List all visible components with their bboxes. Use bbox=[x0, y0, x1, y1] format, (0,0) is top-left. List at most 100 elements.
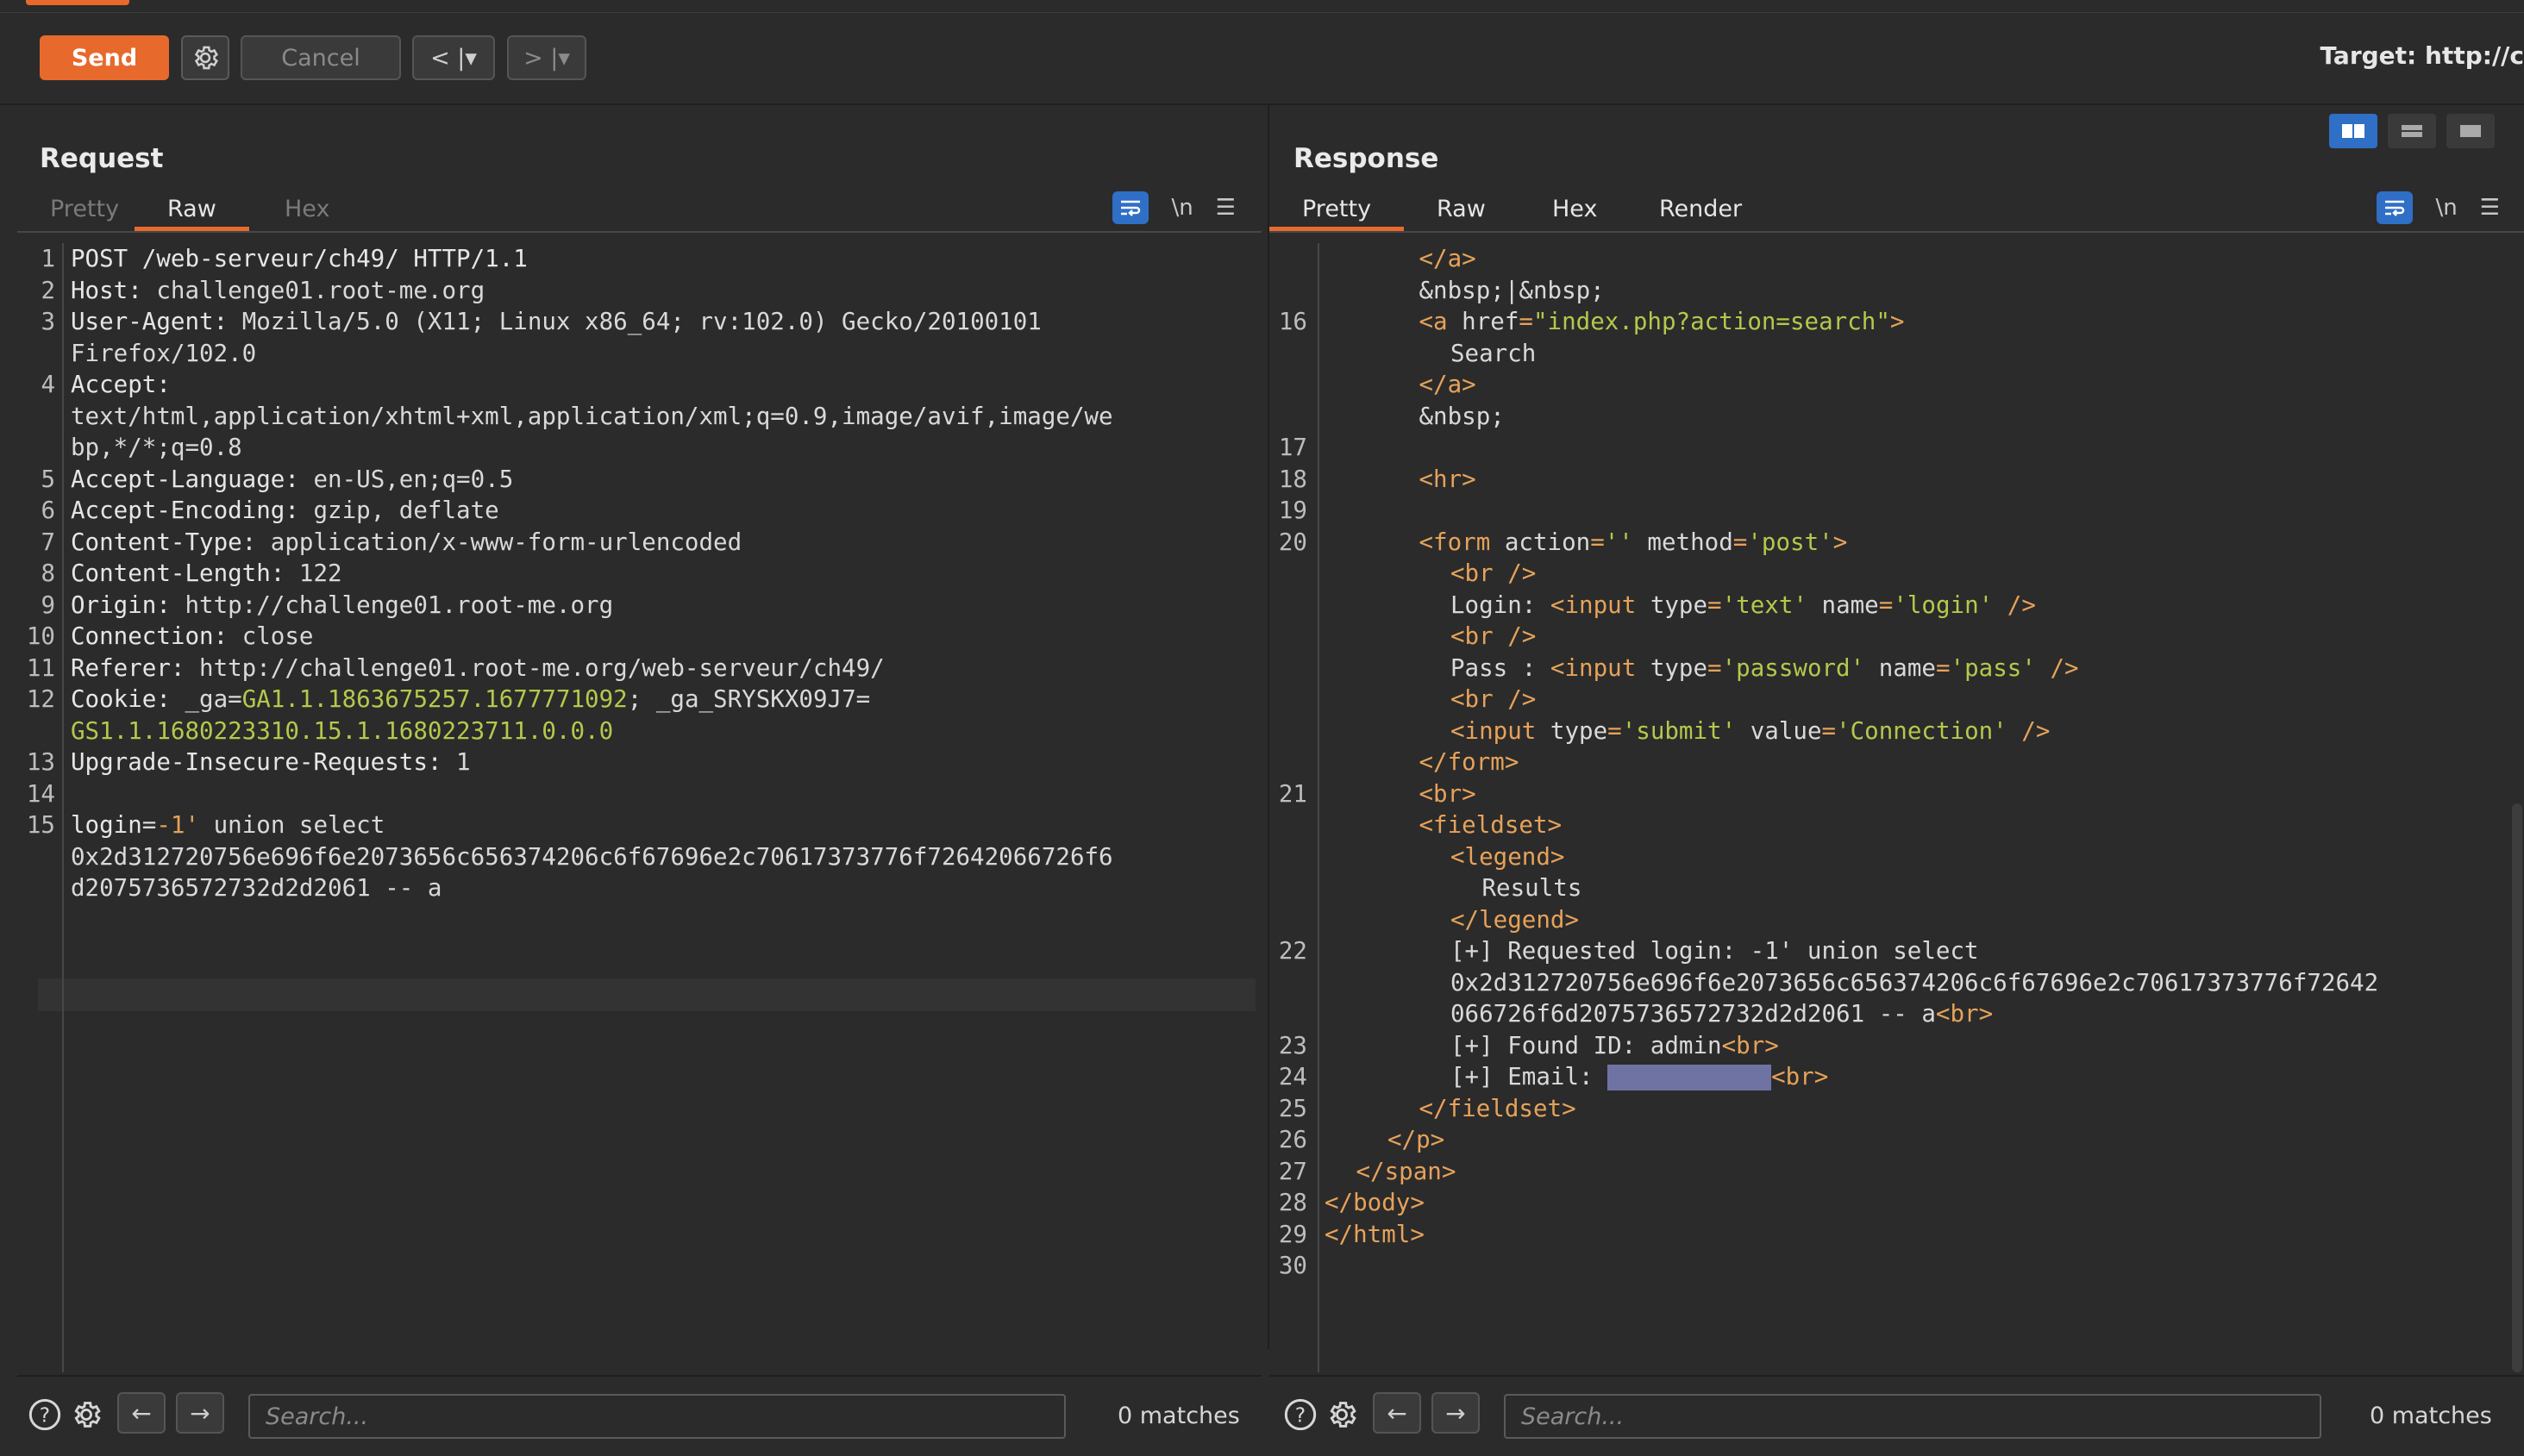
code-text: Results bbox=[1482, 872, 1582, 904]
response-title: Response bbox=[1293, 143, 1439, 174]
tab-request-raw[interactable]: Raw bbox=[135, 193, 249, 231]
hamburger-menu-icon[interactable]: ☰ bbox=[2480, 195, 2500, 221]
cancel-button[interactable]: Cancel bbox=[241, 35, 401, 80]
line-number: 15 bbox=[26, 811, 55, 839]
arrow-right-icon: → bbox=[190, 1398, 210, 1428]
search-prev-button[interactable]: ← bbox=[117, 1392, 166, 1434]
code-token: value bbox=[1736, 716, 1822, 745]
line-number: 7 bbox=[41, 528, 55, 556]
line-number: 24 bbox=[1278, 1063, 1307, 1090]
code-token: bp,*/*;q=0.8 bbox=[71, 434, 242, 461]
code-token: = bbox=[141, 811, 157, 839]
line-number: 29 bbox=[1278, 1220, 1307, 1248]
code-token: 122 bbox=[298, 559, 342, 587]
tab-response-pretty[interactable]: Pretty bbox=[1269, 193, 1405, 231]
code-token: &nbsp; bbox=[1419, 402, 1505, 430]
response-match-count: 0 matches bbox=[2370, 1403, 2492, 1429]
code-token: close bbox=[241, 622, 314, 650]
request-tabs: Pretty Raw Hex \n ☰ bbox=[17, 188, 1262, 233]
code-text: 0x2d312720756e696f6e2073656c656374206c6f… bbox=[71, 841, 1113, 873]
code-token: Accept-Language: bbox=[71, 465, 314, 493]
tab-request-hex[interactable]: Hex bbox=[252, 193, 362, 231]
tab-response-hex[interactable]: Hex bbox=[1519, 193, 1630, 231]
code-text: Login: <input type='text' name='login' /… bbox=[1450, 590, 2036, 622]
hamburger-menu-icon[interactable]: ☰ bbox=[1216, 195, 1236, 221]
tab-response-raw[interactable]: Raw bbox=[1404, 193, 1519, 231]
request-editor-icons: \n ☰ bbox=[1112, 191, 1236, 224]
code-token: text/html,application/xhtml+xml,applicat… bbox=[71, 402, 1113, 430]
code-text: Accept: bbox=[71, 369, 185, 401]
line-number: 8 bbox=[41, 559, 55, 587]
code-token: [+] Email: bbox=[1450, 1063, 1608, 1090]
code-token: 'pass' bbox=[1950, 653, 2036, 682]
code-token: Pass : bbox=[1450, 653, 1550, 682]
search-next-button[interactable]: → bbox=[1431, 1392, 1480, 1434]
history-forward-button[interactable]: > |▾ bbox=[507, 35, 586, 80]
code-token: login bbox=[71, 811, 142, 839]
code-token: > bbox=[1889, 308, 1905, 335]
search-next-button[interactable]: → bbox=[176, 1392, 224, 1434]
code-token: <br> bbox=[1721, 1031, 1779, 1059]
code-text: </a> bbox=[1419, 369, 1476, 401]
code-token: Content-Length: bbox=[71, 559, 299, 587]
settings-button[interactable] bbox=[181, 35, 229, 80]
code-text: 0x2d312720756e696f6e2073656c656374206c6f… bbox=[1450, 967, 2378, 999]
target-label[interactable]: Target: http://c bbox=[2320, 41, 2524, 70]
response-search-input[interactable] bbox=[1504, 1394, 2321, 1439]
code-token: Login: bbox=[1450, 591, 1550, 619]
wrap-lines-icon bbox=[2385, 200, 2405, 216]
request-match-count: 0 matches bbox=[1118, 1403, 1240, 1429]
help-icon[interactable]: ? bbox=[1281, 1396, 1319, 1434]
request-search-bar: ? ← → 0 matches bbox=[17, 1375, 1262, 1456]
code-text: [+] Email: <br> bbox=[1450, 1061, 1828, 1093]
code-text: Referer: http://challenge01.root-me.org/… bbox=[71, 653, 885, 684]
tab-response-render[interactable]: Render bbox=[1626, 193, 1775, 231]
code-text: &nbsp;|&nbsp; bbox=[1419, 275, 1605, 307]
history-back-button[interactable]: < |▾ bbox=[412, 35, 495, 80]
code-text: </fieldset> bbox=[1419, 1093, 1576, 1125]
tab-request-pretty[interactable]: Pretty bbox=[17, 193, 152, 231]
code-token: /> bbox=[2007, 716, 2051, 745]
code-token: /> bbox=[1993, 591, 2036, 619]
gear-icon[interactable] bbox=[1323, 1396, 1361, 1434]
code-text: login=-1' union select bbox=[71, 809, 385, 841]
send-button[interactable]: Send bbox=[40, 35, 169, 80]
newline-toggle[interactable]: \n bbox=[1171, 195, 1193, 221]
layout-side-by-side-button[interactable] bbox=[2329, 114, 2377, 148]
code-token: 'Connection' bbox=[1836, 716, 2007, 745]
left-edge bbox=[0, 105, 19, 1349]
wrap-lines-button[interactable] bbox=[1112, 191, 1149, 224]
code-token: </a> bbox=[1419, 371, 1476, 398]
code-token: [+] Requested login: -1' union select bbox=[1450, 937, 1979, 965]
code-token: > bbox=[1832, 528, 1848, 556]
line-number: 2 bbox=[41, 276, 55, 304]
gear-icon[interactable] bbox=[67, 1396, 105, 1434]
code-token: = bbox=[1519, 308, 1533, 335]
code-token: </fieldset> bbox=[1419, 1094, 1576, 1122]
code-token: GS1.1.1680223310.15.1.1680223711.0.0.0 bbox=[71, 716, 614, 745]
wrap-lines-icon bbox=[1121, 200, 1141, 216]
code-token: <hr> bbox=[1419, 465, 1476, 493]
code-token: 'post' bbox=[1747, 528, 1833, 556]
code-token: <input bbox=[1550, 653, 1650, 682]
code-token: Search bbox=[1450, 339, 1537, 367]
layout-stacked-button[interactable] bbox=[2388, 114, 2436, 148]
code-token: method bbox=[1632, 528, 1733, 556]
code-token: <form bbox=[1419, 528, 1505, 556]
arrow-left-icon: ← bbox=[131, 1398, 152, 1428]
wrap-lines-button[interactable] bbox=[2377, 191, 2414, 224]
line-number: 21 bbox=[1278, 779, 1307, 808]
code-token: Content-Type: bbox=[71, 528, 271, 556]
line-number: 14 bbox=[26, 779, 55, 808]
search-prev-button[interactable]: ← bbox=[1373, 1392, 1421, 1434]
request-search-input[interactable] bbox=[248, 1394, 1066, 1439]
response-scrollbar[interactable] bbox=[2512, 803, 2522, 1372]
code-token: http://challenge01.root-me.org/web-serve… bbox=[199, 653, 885, 682]
line-number: 20 bbox=[1278, 528, 1307, 556]
selection-highlight bbox=[1607, 1065, 1772, 1090]
active-tab-accent bbox=[26, 0, 129, 5]
newline-toggle[interactable]: \n bbox=[2435, 195, 2457, 221]
line-number: 12 bbox=[26, 685, 55, 713]
help-icon[interactable]: ? bbox=[26, 1396, 64, 1434]
layout-tabs-button[interactable] bbox=[2446, 114, 2495, 148]
